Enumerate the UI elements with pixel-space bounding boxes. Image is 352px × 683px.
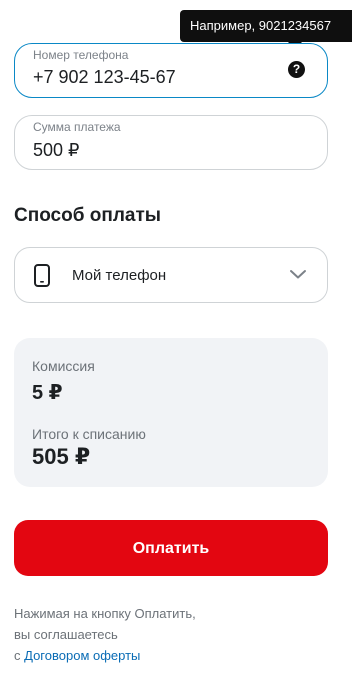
agreement-prefix: с: [14, 648, 21, 663]
payment-method-title: Способ оплаты: [14, 205, 161, 226]
agreement-line-2: вы соглашаетесь: [14, 627, 118, 642]
payment-amount-field[interactable]: Сумма платежа 500 ₽: [14, 115, 328, 170]
agreement-line-1: Нажимая на кнопку Оплатить,: [14, 606, 196, 621]
commission-label: Комиссия: [32, 358, 95, 374]
example-tooltip: Например, 9021234567: [180, 10, 352, 42]
payment-amount-value[interactable]: 500 ₽: [33, 140, 80, 161]
agreement-line-3: с Договором оферты: [14, 645, 196, 666]
payment-method-value: Мой телефон: [72, 267, 167, 284]
offer-agreement-link[interactable]: Договором оферты: [24, 648, 140, 663]
phone-number-value[interactable]: +7 902 123-45-67: [33, 67, 176, 88]
phone-number-label: Номер телефона: [33, 48, 129, 62]
payment-method-select[interactable]: Мой телефон: [14, 247, 328, 303]
pay-button[interactable]: Оплатить: [14, 520, 328, 576]
payment-amount-label: Сумма платежа: [33, 120, 121, 134]
question-icon[interactable]: ?: [288, 61, 305, 78]
phone-number-field[interactable]: Номер телефона +7 902 123-45-67 ?: [14, 43, 328, 98]
agreement-text: Нажимая на кнопку Оплатить, вы соглашает…: [14, 603, 196, 666]
payment-summary: Комиссия 5 ₽ Итого к списанию 505 ₽: [14, 338, 328, 487]
smartphone-icon: [34, 264, 50, 287]
total-label: Итого к списанию: [32, 426, 146, 442]
commission-value: 5 ₽: [32, 382, 63, 404]
total-value: 505 ₽: [32, 444, 91, 469]
chevron-down-icon[interactable]: [289, 268, 307, 280]
